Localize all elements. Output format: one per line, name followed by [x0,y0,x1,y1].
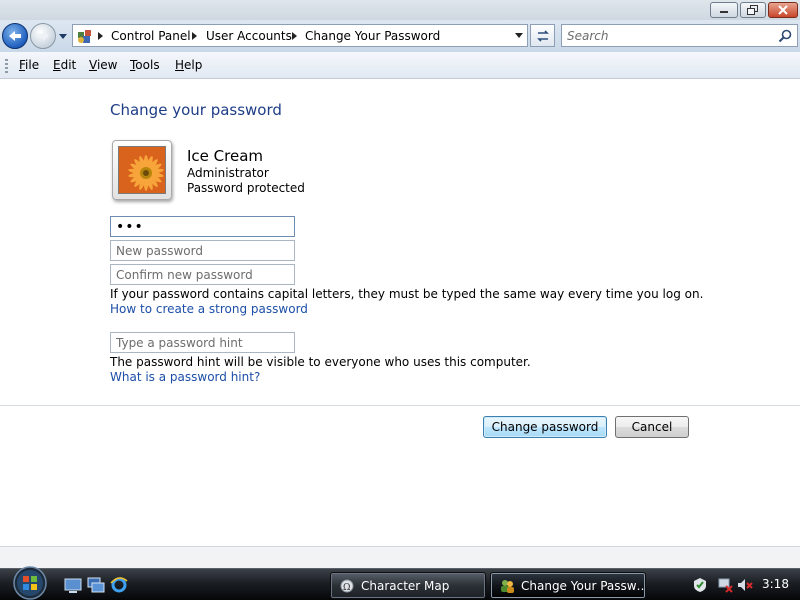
switch-windows-icon[interactable] [87,576,105,594]
cancel-button[interactable]: Cancel [615,416,689,438]
menu-tools[interactable]: Tools [130,58,160,73]
taskbar-item-label: Change Your Passw… [521,578,646,593]
breadcrumb-change-your-password[interactable]: Change Your Password [305,28,440,44]
hint-visibility-note: The password hint will be visible to eve… [110,355,531,369]
start-button-icon[interactable] [9,566,51,600]
menu-file-label: ile [25,58,40,72]
menu-view-accel: V [89,58,97,72]
maximize-button[interactable] [740,2,766,18]
current-password-field[interactable] [110,216,295,237]
address-dropdown-icon[interactable] [515,33,523,38]
show-desktop-icon[interactable] [64,576,82,594]
security-center-icon[interactable] [692,577,708,593]
menu-file[interactable]: File [19,58,39,73]
back-arrow-icon [9,31,21,41]
title-bar [0,0,800,20]
forward-arrow-icon [37,31,49,41]
user-name: Ice Cream [187,147,264,165]
menu-help-label: elp [184,58,203,72]
menu-edit-label: dit [60,58,77,72]
content-area: Change your password Ice Cream Administr… [0,80,800,546]
user-accounts-icon [501,579,514,593]
breadcrumb-control-panel[interactable]: Control Panel [111,28,191,44]
user-password-status: Password protected [187,181,305,195]
internet-explorer-icon[interactable] [110,576,128,594]
taskbar-item-change-password[interactable]: Change Your Passw… [490,572,646,599]
close-icon [778,5,788,15]
minimize-icon [720,11,728,13]
menu-help[interactable]: Help [175,58,202,73]
refresh-button[interactable] [530,24,555,47]
svg-text:Ω: Ω [343,583,350,593]
menu-edit-accel: E [53,58,61,72]
search-icon[interactable] [778,29,792,43]
capital-letters-note: If your password contains capital letter… [110,287,704,301]
restore-icon [747,5,758,15]
close-button[interactable] [768,2,798,18]
breadcrumb-user-accounts[interactable]: User Accounts [206,28,292,44]
recent-pages-dropdown[interactable] [58,30,68,42]
password-hint-field[interactable] [110,332,295,353]
new-password-field[interactable] [110,240,295,261]
divider [0,405,800,406]
taskbar-item-character-map[interactable]: Ω Character Map [330,572,486,599]
menu-grip [5,59,8,73]
breadcrumb-separator-icon [98,32,103,40]
control-panel-icon [78,30,91,43]
forward-button[interactable] [30,23,56,49]
menu-view[interactable]: View [89,58,117,73]
avatar [112,140,172,200]
change-password-button[interactable]: Change password [483,416,607,438]
password-hint-link[interactable]: What is a password hint? [110,370,260,385]
breadcrumb-separator-icon [292,32,297,40]
volume-muted-icon[interactable] [737,577,753,593]
network-disconnected-icon[interactable] [717,577,733,593]
breadcrumb-separator-icon [192,32,197,40]
menu-tools-label: ools [135,58,160,72]
menu-bar: File Edit View Tools Help [0,52,800,79]
chevron-down-icon [59,33,67,39]
menu-edit[interactable]: Edit [53,58,76,73]
search-box[interactable] [561,24,798,47]
back-button[interactable] [2,23,28,49]
character-map-icon: Ω [340,579,354,593]
refresh-icon [536,29,549,42]
address-bar[interactable]: Control Panel User Accounts Change Your … [72,24,528,47]
menu-view-label: iew [96,58,118,72]
flower-avatar-icon [118,146,166,194]
system-clock[interactable]: 3:18 [762,577,789,591]
navigation-bar: Control Panel User Accounts Change Your … [0,20,800,52]
user-role: Administrator [187,166,269,180]
search-input[interactable] [562,25,772,46]
taskbar-item-label: Character Map [361,578,450,593]
confirm-password-field[interactable] [110,264,295,285]
page-title: Change your password [110,101,282,119]
minimize-button[interactable] [710,2,738,18]
strong-password-link[interactable]: How to create a strong password [110,302,308,317]
menu-help-accel: H [175,58,185,72]
status-bar [0,546,800,568]
